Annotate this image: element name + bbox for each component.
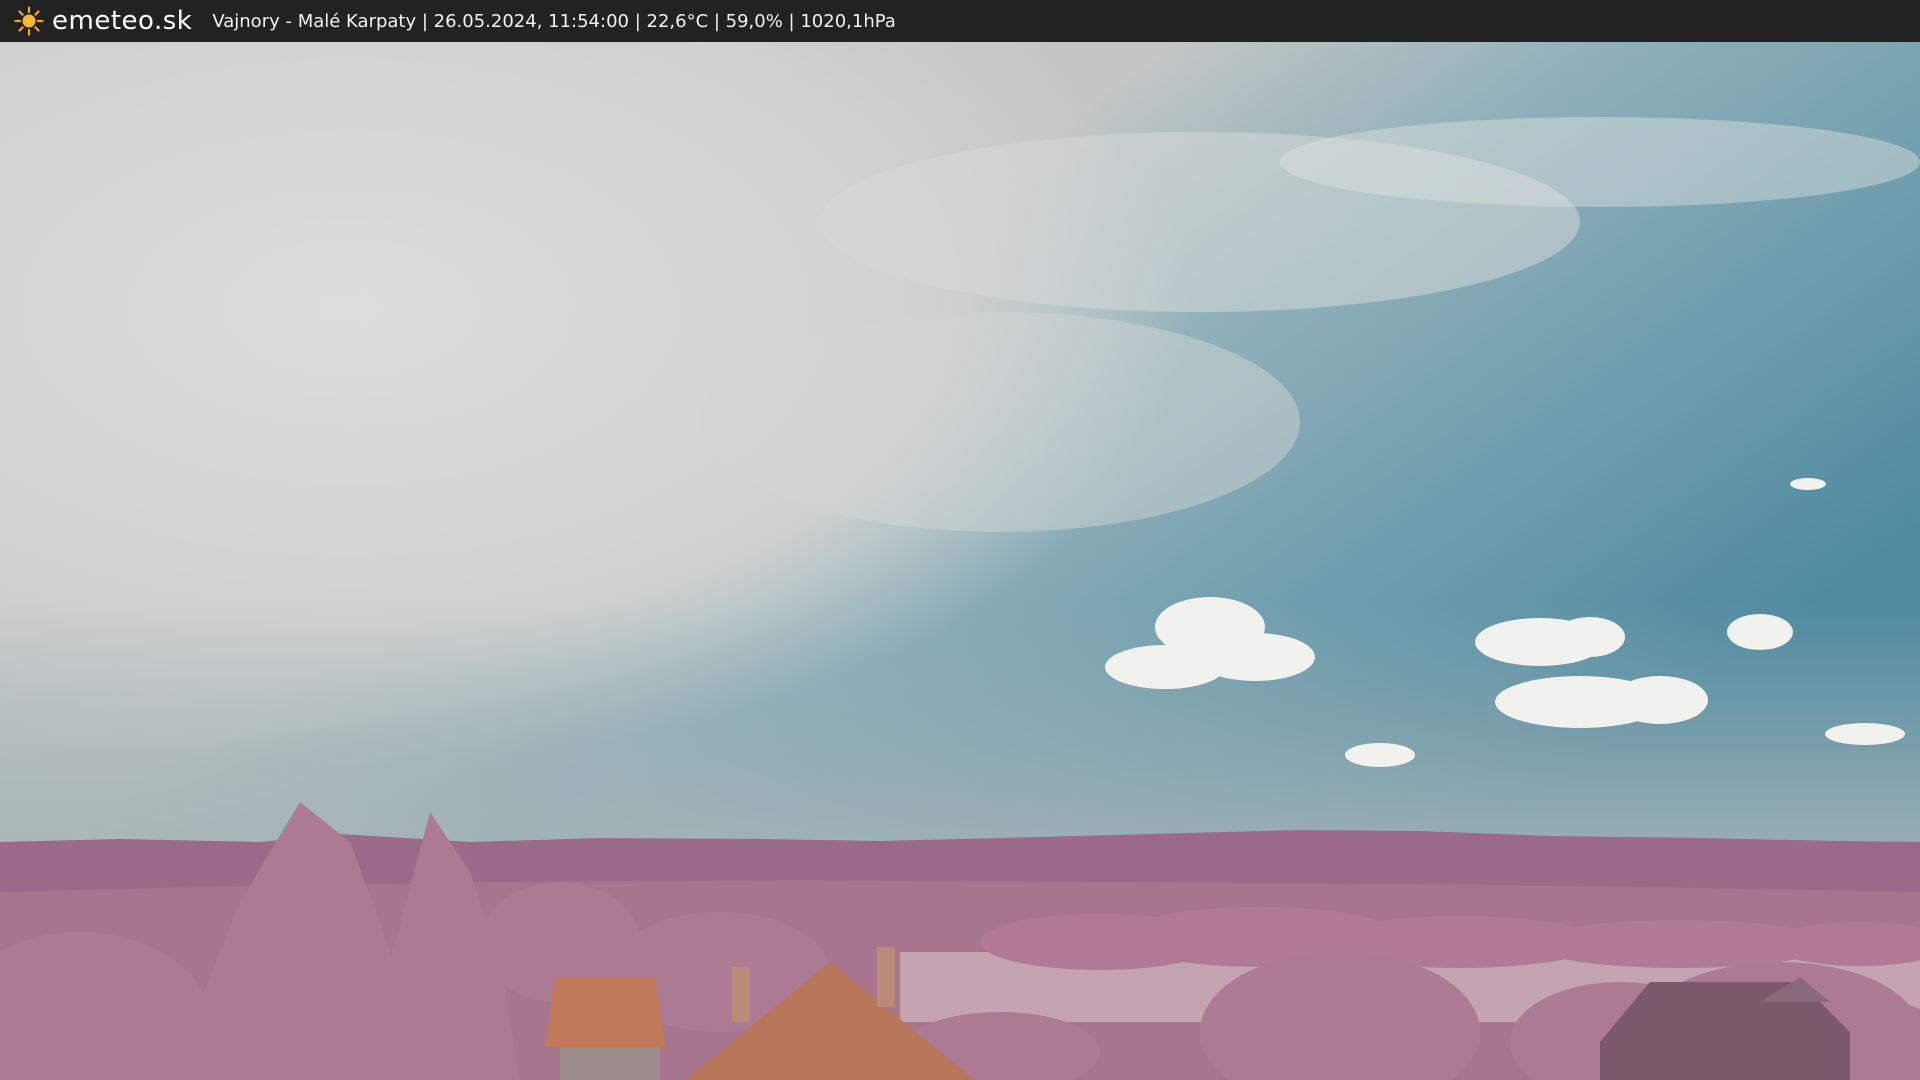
brand[interactable]: emeteo.sk	[14, 6, 192, 36]
cloud-streak	[1280, 117, 1920, 207]
webcam-image	[0, 42, 1920, 1080]
house-left	[545, 977, 665, 1080]
header-bar: emeteo.sk Vajnory - Malé Karpaty | 26.05…	[0, 0, 1920, 42]
sun-icon	[14, 6, 44, 36]
cloud-streak	[700, 312, 1300, 532]
webcam-scene	[0, 42, 1920, 1080]
webcam-caption: Vajnory - Malé Karpaty | 26.05.2024, 11:…	[212, 10, 896, 32]
brand-name: emeteo.sk	[52, 6, 193, 36]
